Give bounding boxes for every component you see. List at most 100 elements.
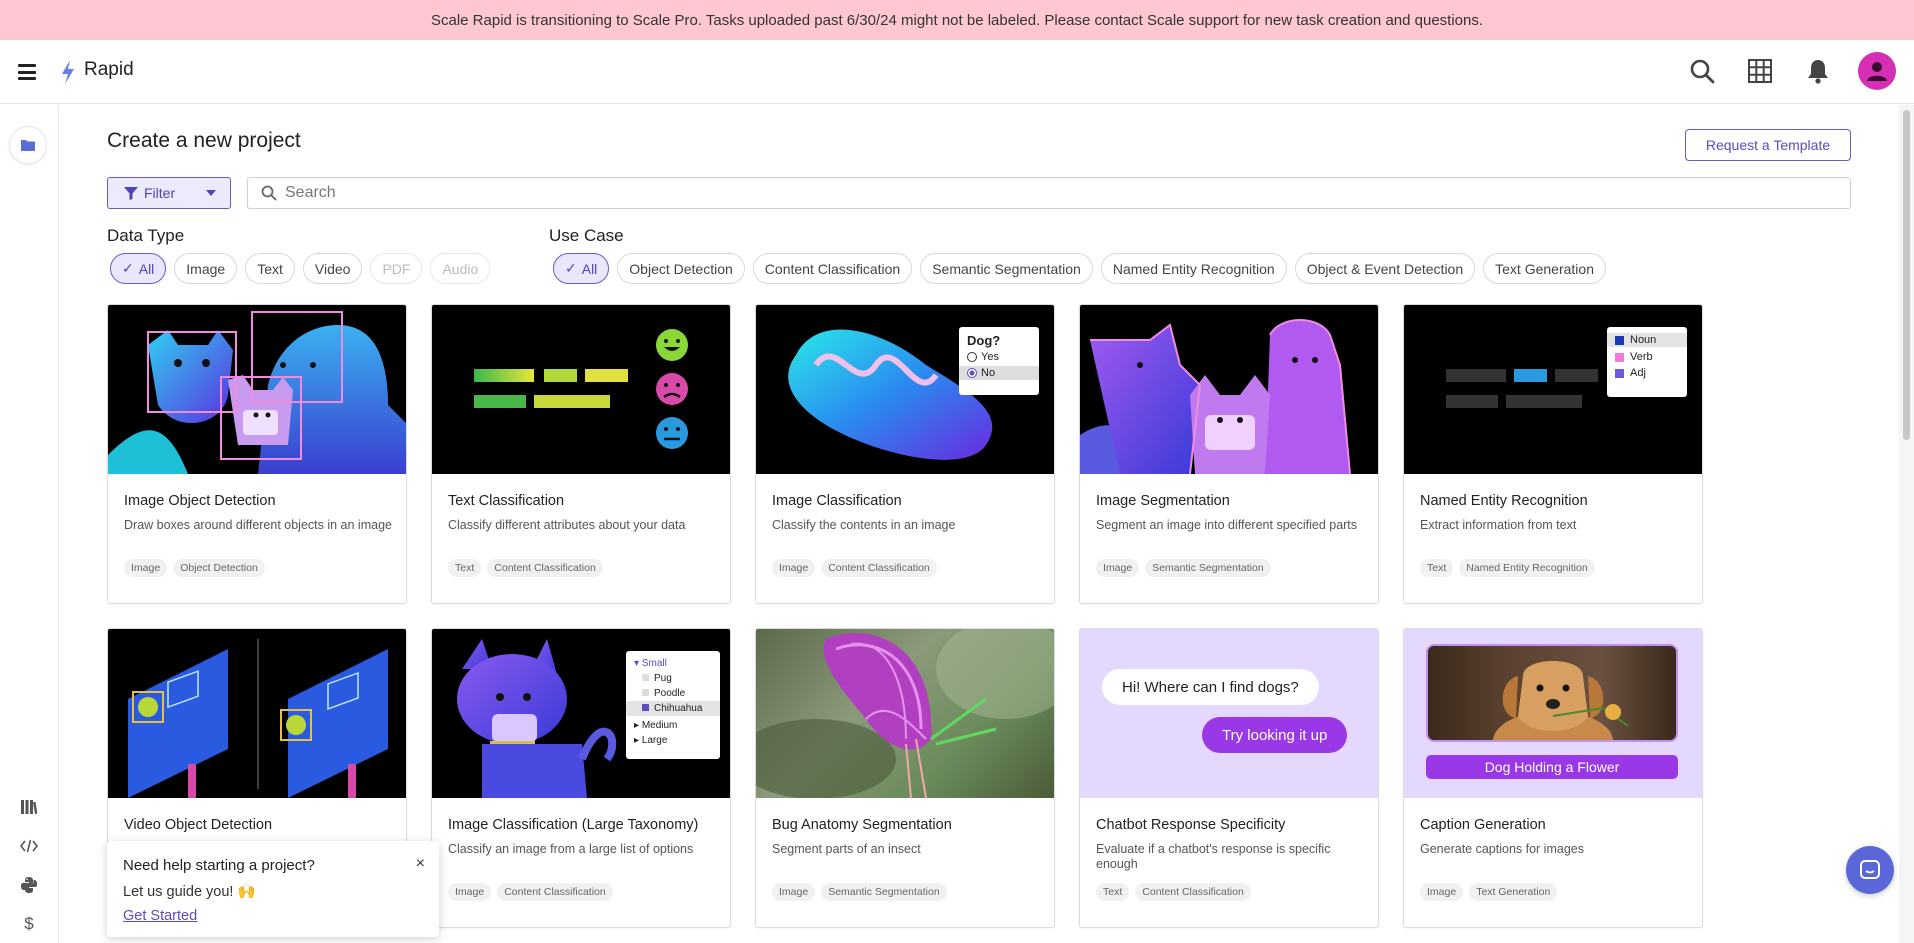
library-icon bbox=[21, 799, 37, 814]
data-type-chip-text[interactable]: Text bbox=[245, 253, 295, 284]
hamburger-menu-icon[interactable] bbox=[18, 64, 36, 80]
template-card-caption-generation[interactable]: Dog Holding a Flower Caption Generation … bbox=[1403, 628, 1703, 928]
card-tag: Object Detection bbox=[173, 559, 265, 577]
app-title: Rapid bbox=[84, 59, 134, 80]
card-thumbnail: Dog Holding a Flower bbox=[1404, 629, 1702, 798]
request-template-button[interactable]: Request a Template bbox=[1685, 129, 1851, 161]
card-description: Classify the contents in an image bbox=[772, 518, 956, 532]
template-card-chatbot-response-specificity[interactable]: Hi! Where can I find dogs? Try looking i… bbox=[1079, 628, 1379, 928]
apps-grid-icon[interactable] bbox=[1742, 53, 1778, 89]
template-card-image-classification[interactable]: Dog? Yes No Image Classification Classif… bbox=[755, 304, 1055, 604]
card-tag: Image bbox=[1420, 883, 1464, 901]
radio-icon bbox=[967, 352, 977, 362]
card-tag: Text bbox=[448, 559, 482, 577]
template-card-bug-anatomy-segmentation[interactable]: Bug Anatomy Segmentation Segment parts o… bbox=[755, 628, 1055, 928]
template-card-image-classification-large-taxonomy[interactable]: ▾ Small Pug Poodle Chihuahua ▸ Medium ▸ … bbox=[431, 628, 731, 928]
card-title: Image Object Detection bbox=[124, 493, 276, 509]
card-description: Draw boxes around different objects in a… bbox=[124, 518, 392, 532]
card-title: Caption Generation bbox=[1420, 817, 1546, 833]
card-tags: Text Named Entity Recognition bbox=[1420, 559, 1595, 577]
help-subtitle: Let us guide you! 🙌 bbox=[123, 884, 256, 900]
get-started-link[interactable]: Get Started bbox=[123, 908, 197, 924]
use-case-chip-object-detection[interactable]: Object Detection bbox=[617, 253, 745, 284]
vertical-scrollbar[interactable] bbox=[1899, 105, 1914, 943]
use-case-chip-object-event-detection[interactable]: Object & Event Detection bbox=[1294, 253, 1476, 284]
chip-label: Image bbox=[186, 260, 226, 277]
card-tag: Image bbox=[772, 559, 816, 577]
sidebar-item-projects[interactable] bbox=[9, 126, 47, 164]
dog-question-panel: Dog? Yes No bbox=[959, 327, 1039, 395]
use-case-chip-content-classification[interactable]: Content Classification bbox=[752, 253, 913, 284]
card-tag: Image bbox=[1096, 559, 1140, 577]
sidebar-item-api[interactable] bbox=[0, 826, 58, 865]
data-type-chip-video[interactable]: Video bbox=[302, 253, 363, 284]
card-tag: Image bbox=[772, 883, 816, 901]
user-icon bbox=[1867, 62, 1887, 81]
banner-text: Scale Rapid is transitioning to Scale Pr… bbox=[430, 11, 1484, 29]
filter-button[interactable]: Filter bbox=[107, 177, 231, 209]
taxonomy-pug: Pug bbox=[654, 673, 672, 684]
use-case-chip-text-generation[interactable]: Text Generation bbox=[1483, 253, 1606, 284]
checkbox-icon bbox=[642, 674, 649, 681]
left-sidebar: $ bbox=[0, 105, 59, 943]
checkbox-checked-icon bbox=[642, 704, 649, 711]
chip-label: Text bbox=[257, 260, 283, 277]
use-case-chip-semantic-segmentation[interactable]: Semantic Segmentation bbox=[920, 253, 1093, 284]
taxonomy-panel: ▾ Small Pug Poodle Chihuahua ▸ Medium ▸ … bbox=[626, 651, 720, 759]
card-tag: Image bbox=[448, 883, 492, 901]
user-avatar[interactable] bbox=[1858, 52, 1896, 90]
search-input[interactable] bbox=[285, 184, 1785, 202]
card-thumbnail: ▾ Small Pug Poodle Chihuahua ▸ Medium ▸ … bbox=[432, 629, 730, 798]
card-tags: Text Content Classification bbox=[448, 559, 603, 577]
chip-label: Object & Event Detection bbox=[1306, 260, 1464, 277]
chip-label: Audio bbox=[442, 260, 479, 277]
data-type-label: Data Type bbox=[107, 226, 185, 245]
chevron-down-icon[interactable] bbox=[206, 190, 216, 196]
use-case-chip-named-entity-recognition[interactable]: Named Entity Recognition bbox=[1100, 253, 1287, 284]
close-icon[interactable]: × bbox=[416, 855, 425, 873]
use-case-chip-all[interactable]: ✓ All bbox=[553, 253, 610, 284]
card-tags: Image Object Detection bbox=[124, 559, 265, 577]
search-bar bbox=[247, 177, 1851, 209]
checkbox-icon bbox=[642, 689, 649, 696]
data-type-chip-all[interactable]: ✓ All bbox=[110, 253, 167, 284]
data-type-chip-audio: Audio bbox=[430, 253, 491, 284]
template-card-text-classification[interactable]: Text Classification Classify different a… bbox=[431, 304, 731, 604]
card-title: Chatbot Response Specificity bbox=[1096, 817, 1286, 833]
chat-support-button[interactable] bbox=[1846, 846, 1894, 894]
lightning-logo-icon bbox=[62, 60, 74, 84]
swatch-icon bbox=[1615, 335, 1624, 345]
card-title: Named Entity Recognition bbox=[1420, 493, 1588, 509]
sidebar-item-library[interactable] bbox=[0, 787, 58, 826]
card-tag: Text bbox=[1096, 883, 1130, 901]
python-icon bbox=[21, 876, 37, 893]
triangle-right-icon: ▸ bbox=[634, 720, 642, 731]
template-card-image-segmentation[interactable]: Image Segmentation Segment an image into… bbox=[1079, 304, 1379, 604]
card-description: Classify an image from a large list of o… bbox=[448, 842, 694, 856]
template-card-named-entity-recognition[interactable]: Noun Verb Adj Named Entity Recognition E… bbox=[1403, 304, 1703, 604]
chip-label: Object Detection bbox=[629, 260, 733, 277]
option-no: No bbox=[981, 367, 996, 379]
search-input-icon bbox=[261, 185, 277, 201]
sidebar-item-python[interactable] bbox=[0, 865, 58, 904]
scrollbar-thumb[interactable] bbox=[1903, 110, 1910, 440]
page-title: Create a new project bbox=[107, 129, 301, 152]
card-tag: Content Classification bbox=[821, 559, 937, 577]
notification-bell-icon[interactable] bbox=[1800, 53, 1836, 89]
data-type-chip-pdf: PDF bbox=[370, 253, 423, 284]
check-icon: ✓ bbox=[122, 260, 134, 276]
data-type-chip-image[interactable]: Image bbox=[174, 253, 238, 284]
search-icon[interactable] bbox=[1684, 53, 1720, 89]
card-thumbnail bbox=[756, 629, 1054, 798]
card-description: Classify different attributes about your… bbox=[448, 518, 686, 532]
template-card-image-object-detection[interactable]: Image Object Detection Draw boxes around… bbox=[107, 304, 407, 604]
card-tags: Image Semantic Segmentation bbox=[1096, 559, 1271, 577]
sidebar-item-billing[interactable]: $ bbox=[0, 904, 58, 943]
card-tags: Text Content Classification bbox=[1096, 883, 1251, 901]
card-thumbnail bbox=[108, 629, 406, 798]
card-tag: Named Entity Recognition bbox=[1459, 559, 1595, 577]
option-yes: Yes bbox=[981, 351, 999, 363]
card-thumbnail: Hi! Where can I find dogs? Try looking i… bbox=[1080, 629, 1378, 798]
filter-label: Filter bbox=[144, 185, 176, 201]
card-tag: Semantic Segmentation bbox=[1145, 559, 1271, 577]
